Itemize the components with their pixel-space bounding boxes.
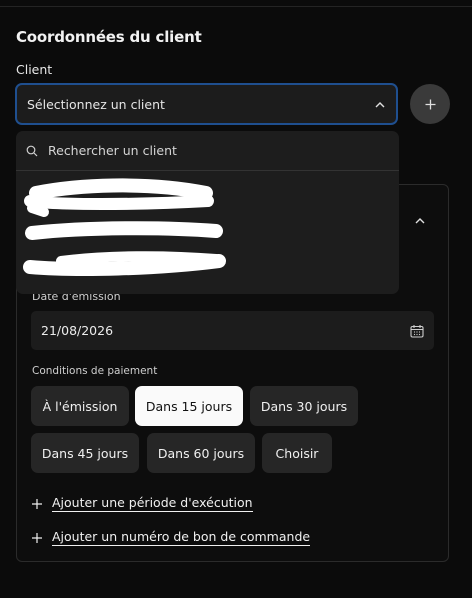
client-label: Client — [16, 62, 53, 77]
payment-option-emission[interactable]: À l'émission — [31, 386, 129, 426]
payment-option-45-days[interactable]: Dans 45 jours — [31, 433, 139, 473]
card-chevron-up-icon[interactable] — [415, 209, 425, 228]
payment-option-60-days[interactable]: Dans 60 jours — [147, 433, 255, 473]
payment-option-15-days[interactable]: Dans 15 jours — [135, 386, 243, 426]
chevron-up-icon — [374, 98, 386, 110]
top-divider — [0, 6, 472, 7]
issue-date-value: 21/08/2026 — [41, 323, 114, 338]
payment-option-30-days[interactable]: Dans 30 jours — [250, 386, 358, 426]
payment-option-custom[interactable]: Choisir — [262, 433, 332, 473]
add-period-link-label: Ajouter une période d'exécution — [52, 495, 253, 512]
search-icon — [26, 145, 38, 156]
client-select-value: Sélectionnez un client — [27, 96, 165, 112]
add-po-number-link-label: Ajouter un numéro de bon de commande — [52, 529, 311, 546]
calendar-icon[interactable] — [410, 324, 424, 338]
client-search-row — [16, 131, 399, 171]
redacted-client-list — [23, 178, 226, 276]
payment-terms-label: Conditions de paiement — [32, 365, 158, 377]
add-po-number-link[interactable]: Ajouter un numéro de bon de commande — [32, 529, 311, 546]
issue-date-field[interactable]: 21/08/2026 — [31, 311, 434, 350]
client-dropdown — [16, 131, 399, 294]
plus-icon — [425, 99, 435, 109]
plus-icon — [32, 498, 42, 509]
client-select[interactable]: Sélectionnez un client — [15, 83, 398, 125]
section-title: Coordonnées du client — [16, 28, 202, 46]
add-client-button[interactable] — [410, 84, 450, 124]
client-search-input[interactable] — [46, 142, 350, 159]
plus-icon — [32, 532, 42, 543]
add-period-link[interactable]: Ajouter une période d'exécution — [32, 495, 253, 512]
